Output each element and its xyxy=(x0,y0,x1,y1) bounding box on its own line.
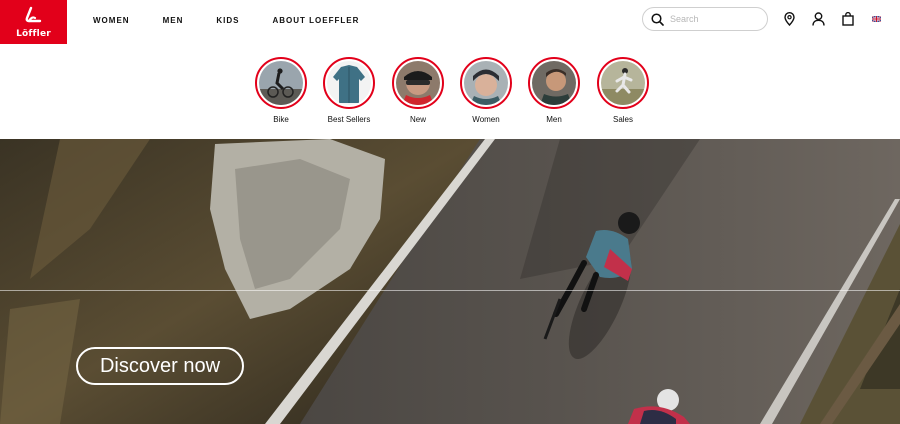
nav-item-kids[interactable]: KIDS xyxy=(216,16,239,25)
category-label: Sales xyxy=(612,115,633,124)
category-image-men xyxy=(532,61,576,105)
page: Löffler WOMEN MEN KIDS ABOUT LOEFFLER Se… xyxy=(0,0,900,424)
search-icon xyxy=(651,12,664,26)
cart-icon[interactable] xyxy=(841,11,855,27)
category-image-frame xyxy=(528,57,580,109)
category-sales[interactable]: Sales xyxy=(596,57,650,124)
nav-item-about[interactable]: ABOUT LOEFFLER xyxy=(272,16,359,25)
category-image-frame xyxy=(597,57,649,109)
account-icon[interactable] xyxy=(811,11,825,27)
search-box[interactable] xyxy=(642,7,768,31)
category-new[interactable]: New xyxy=(391,57,445,124)
main-nav: WOMEN MEN KIDS ABOUT LOEFFLER xyxy=(93,0,392,40)
brand-mark-icon xyxy=(25,6,41,22)
category-label: New xyxy=(409,115,426,124)
hero-banner: Discover now xyxy=(0,139,900,424)
nav-item-men[interactable]: MEN xyxy=(163,16,184,25)
category-image-frame xyxy=(460,57,512,109)
category-image-sales xyxy=(601,61,645,105)
category-image-best-sellers xyxy=(327,61,371,105)
category-label: Bike xyxy=(273,115,289,124)
nav-item-women[interactable]: WOMEN xyxy=(93,16,130,25)
category-image-new xyxy=(396,61,440,105)
language-flag-uk-icon[interactable] xyxy=(872,16,881,22)
category-label: Best Sellers xyxy=(327,115,371,124)
category-image-frame xyxy=(323,57,375,109)
category-women[interactable]: Women xyxy=(459,57,513,124)
category-best-sellers[interactable]: Best Sellers xyxy=(322,57,376,124)
category-label: Women xyxy=(472,115,500,124)
category-strip: Bike Best Sellers New Women Men Sales xyxy=(0,44,900,139)
discover-now-button[interactable]: Discover now xyxy=(76,347,244,385)
brand-logo-text: Löffler xyxy=(16,28,51,39)
category-label: Men xyxy=(546,115,562,124)
site-header: Löffler WOMEN MEN KIDS ABOUT LOEFFLER xyxy=(0,0,900,44)
category-men[interactable]: Men xyxy=(527,57,581,124)
brand-logo[interactable]: Löffler xyxy=(0,0,67,44)
category-image-frame xyxy=(392,57,444,109)
category-image-women xyxy=(464,61,508,105)
search-input[interactable] xyxy=(670,14,760,24)
category-bike[interactable]: Bike xyxy=(254,57,308,124)
hero-divider-line xyxy=(0,290,900,291)
store-locator-icon[interactable] xyxy=(782,11,796,27)
category-image-bike xyxy=(259,61,303,105)
category-image-frame xyxy=(255,57,307,109)
